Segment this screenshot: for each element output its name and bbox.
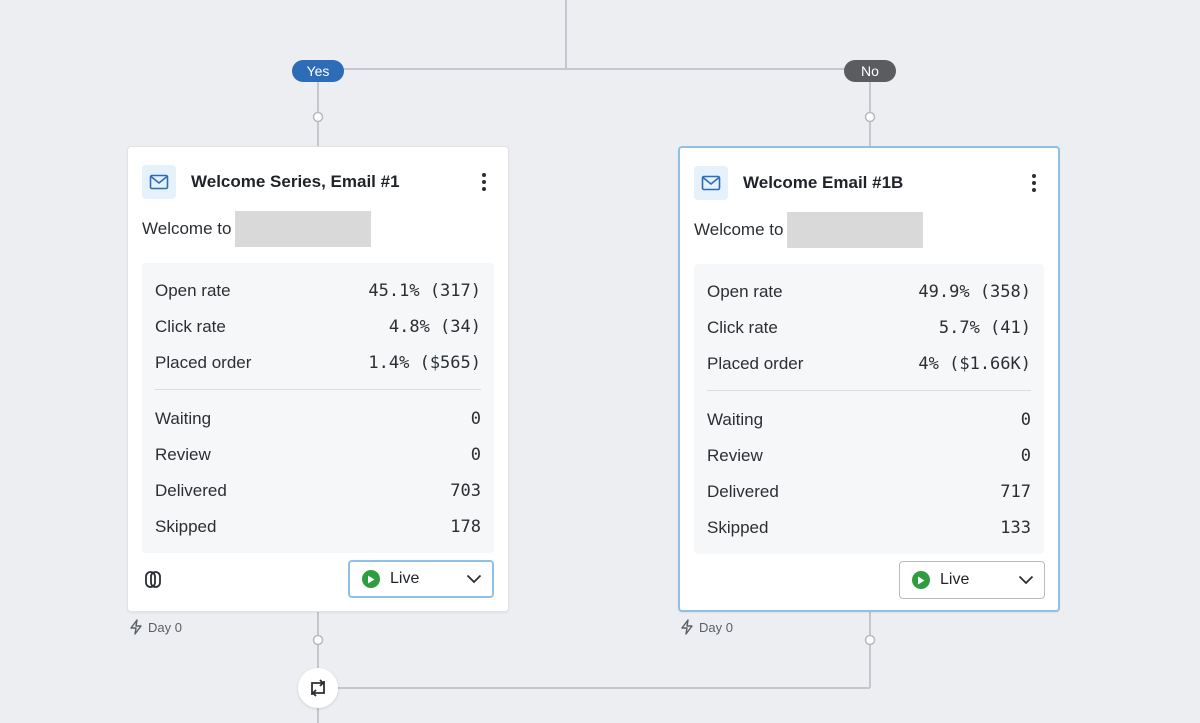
- stat-value: 0: [470, 445, 481, 465]
- stat-value: 45.1% (317): [368, 281, 481, 301]
- stat-value: 4% ($1.66K): [918, 354, 1031, 374]
- stat-click-rate: Click rate 4.8% (34): [155, 315, 481, 339]
- stat-label: Click rate: [707, 318, 778, 337]
- stat-placed-order: Placed order 1.4% ($565): [155, 351, 481, 375]
- stat-label: Waiting: [707, 410, 764, 429]
- stat-delivered: Delivered 717: [707, 480, 1031, 504]
- status-dropdown[interactable]: Live: [348, 560, 494, 598]
- chevron-down-icon: [466, 574, 482, 584]
- stat-label: Placed order: [155, 353, 252, 372]
- trigger-day-label: Day 0: [680, 618, 733, 636]
- stat-label: Delivered: [155, 481, 227, 500]
- flow-canvas[interactable]: Yes No Welcome Series, Email #1 Welcome …: [0, 0, 1200, 723]
- stat-label: Review: [707, 446, 763, 465]
- stat-waiting: Waiting 0: [155, 407, 481, 431]
- more-options-icon[interactable]: [474, 170, 494, 194]
- stats-divider: [155, 389, 481, 390]
- stats-divider: [707, 390, 1031, 391]
- play-icon: [912, 571, 930, 589]
- status-dropdown[interactable]: Live: [899, 561, 1045, 599]
- stat-value: 703: [450, 481, 481, 501]
- email-subject: Welcome to: [142, 211, 372, 247]
- email-icon: [142, 165, 176, 199]
- subject-text: Welcome to: [142, 219, 232, 238]
- stat-label: Open rate: [707, 282, 783, 301]
- stat-value: 0: [1020, 410, 1031, 430]
- link-icon[interactable]: [142, 569, 164, 591]
- stat-value: 133: [1000, 518, 1031, 538]
- stats-panel: Open rate 49.9% (358) Click rate 5.7% (4…: [694, 264, 1044, 554]
- split-merge-node[interactable]: [298, 668, 338, 708]
- stat-value: 717: [1000, 482, 1031, 502]
- stat-label: Review: [155, 445, 211, 464]
- stat-label: Skipped: [155, 517, 217, 536]
- stat-label: Open rate: [155, 281, 231, 300]
- email-card-welcome-1b[interactable]: Welcome Email #1B Welcome to Open rate 4…: [678, 146, 1060, 612]
- card-header: Welcome Series, Email #1: [142, 165, 494, 199]
- stat-open-rate: Open rate 49.9% (358): [707, 280, 1031, 304]
- stat-label: Click rate: [155, 317, 226, 336]
- split-merge-icon: [311, 679, 325, 697]
- day-text: Day 0: [699, 619, 733, 635]
- chevron-down-icon: [1018, 575, 1034, 585]
- stat-placed-order: Placed order 4% ($1.66K): [707, 352, 1031, 376]
- email-subject: Welcome to: [694, 212, 924, 248]
- stat-waiting: Waiting 0: [707, 408, 1031, 432]
- stat-skipped: Skipped 133: [707, 516, 1031, 540]
- play-icon: [362, 570, 380, 588]
- branch-no-label: No: [844, 60, 896, 82]
- email-card-welcome-series-1[interactable]: Welcome Series, Email #1 Welcome to Open…: [127, 146, 509, 612]
- status-label: Live: [940, 571, 970, 588]
- stat-label: Waiting: [155, 409, 212, 428]
- stat-delivered: Delivered 703: [155, 479, 481, 503]
- status-label: Live: [390, 570, 420, 587]
- stat-open-rate: Open rate 45.1% (317): [155, 279, 481, 303]
- stat-label: Skipped: [707, 518, 769, 537]
- stat-value: 5.7% (41): [938, 318, 1031, 338]
- redacted-subject: [787, 212, 924, 248]
- stat-value: 1.4% ($565): [368, 353, 481, 373]
- email-icon: [694, 166, 728, 200]
- stat-value: 178: [450, 517, 481, 537]
- card-title: Welcome Email #1B: [743, 173, 904, 192]
- stat-value: 0: [1020, 446, 1031, 466]
- stat-skipped: Skipped 178: [155, 515, 481, 539]
- stats-panel: Open rate 45.1% (317) Click rate 4.8% (3…: [142, 263, 494, 553]
- stat-label: Delivered: [707, 482, 779, 501]
- trigger-day-label: Day 0: [129, 618, 182, 636]
- day-text: Day 0: [148, 619, 182, 635]
- stat-review: Review 0: [707, 444, 1031, 468]
- lightning-bolt-icon: [681, 619, 693, 635]
- branch-yes-label: Yes: [292, 60, 344, 82]
- stat-review: Review 0: [155, 443, 481, 467]
- more-options-icon[interactable]: [1024, 171, 1044, 195]
- stat-value: 0: [470, 409, 481, 429]
- redacted-subject: [235, 211, 372, 247]
- card-title: Welcome Series, Email #1: [191, 172, 400, 191]
- card-header: Welcome Email #1B: [694, 166, 1044, 200]
- lightning-bolt-icon: [130, 619, 142, 635]
- subject-text: Welcome to: [694, 220, 784, 239]
- stat-click-rate: Click rate 5.7% (41): [707, 316, 1031, 340]
- stat-value: 4.8% (34): [388, 317, 481, 337]
- stat-value: 49.9% (358): [918, 282, 1031, 302]
- stat-label: Placed order: [707, 354, 804, 373]
